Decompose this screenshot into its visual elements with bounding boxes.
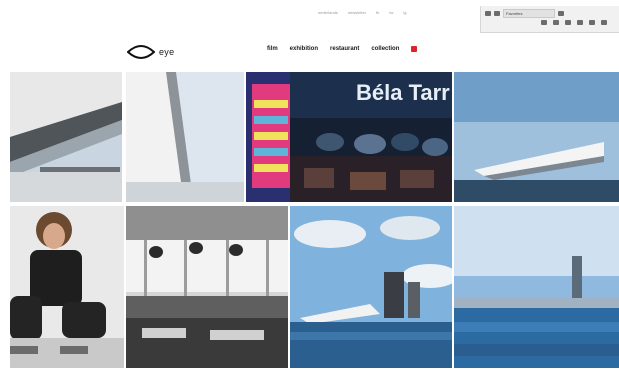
photo-tile[interactable] bbox=[10, 72, 122, 202]
nav-item-collection[interactable]: collection bbox=[371, 46, 399, 52]
browser-tab[interactable]: Favorites bbox=[503, 9, 555, 18]
utility-links: nederlands newsletter fb tw ig bbox=[318, 7, 407, 17]
building-photo bbox=[454, 72, 619, 202]
external-link-icon[interactable] bbox=[411, 46, 418, 52]
eye-logo-icon bbox=[127, 45, 155, 59]
photo-tile[interactable] bbox=[126, 206, 288, 368]
architecture-photo bbox=[10, 72, 122, 202]
photo-tile[interactable]: Béla Tarr bbox=[290, 72, 452, 202]
photo-tile[interactable] bbox=[10, 206, 124, 368]
photo-tile[interactable] bbox=[126, 72, 244, 202]
star-icon[interactable] bbox=[565, 20, 571, 25]
nav-item-restaurant[interactable]: restaurant bbox=[330, 46, 359, 52]
photo-tile[interactable] bbox=[454, 206, 619, 368]
logo-text: eye bbox=[159, 47, 175, 57]
browser-tab-row: Favorites bbox=[485, 9, 564, 18]
utility-link-1[interactable]: nederlands bbox=[318, 10, 338, 15]
skyline-photo bbox=[454, 206, 619, 368]
photo-grid: Béla Tarr bbox=[10, 72, 619, 368]
browser-icons bbox=[541, 20, 607, 25]
refresh-icon[interactable] bbox=[541, 20, 547, 25]
site-header: nederlands newsletter fb tw ig eye film … bbox=[0, 0, 619, 70]
nav-item-film[interactable]: film bbox=[267, 46, 278, 52]
portrait-photo bbox=[10, 206, 124, 368]
poster-text: Béla Tarr bbox=[356, 80, 450, 105]
back-icon[interactable] bbox=[485, 11, 491, 16]
utility-link-3[interactable]: fb bbox=[376, 10, 379, 15]
cinema-photo: Béla Tarr bbox=[290, 72, 452, 202]
utility-link-2[interactable]: newsletter bbox=[348, 10, 366, 15]
eye-logo[interactable]: eye bbox=[127, 44, 174, 60]
nav-item-exhibition[interactable]: exhibition bbox=[290, 46, 318, 52]
forward-icon[interactable] bbox=[494, 11, 500, 16]
download-icon[interactable] bbox=[577, 20, 583, 25]
utility-link-4[interactable]: tw bbox=[389, 10, 393, 15]
restaurant-photo bbox=[126, 206, 288, 368]
photo-tile[interactable] bbox=[454, 72, 619, 202]
settings-icon[interactable] bbox=[589, 20, 595, 25]
browser-toolbar: Favorites bbox=[480, 6, 619, 33]
main-nav: film exhibition restaurant collection bbox=[267, 46, 418, 52]
menu-icon[interactable] bbox=[601, 20, 607, 25]
page-bottom bbox=[0, 368, 619, 372]
photo-tile[interactable] bbox=[290, 206, 452, 368]
skyline-photo bbox=[290, 206, 452, 368]
home-icon[interactable] bbox=[553, 20, 559, 25]
close-tab-icon[interactable] bbox=[558, 11, 564, 16]
architecture-photo bbox=[126, 72, 244, 202]
utility-link-5[interactable]: ig bbox=[403, 10, 406, 15]
